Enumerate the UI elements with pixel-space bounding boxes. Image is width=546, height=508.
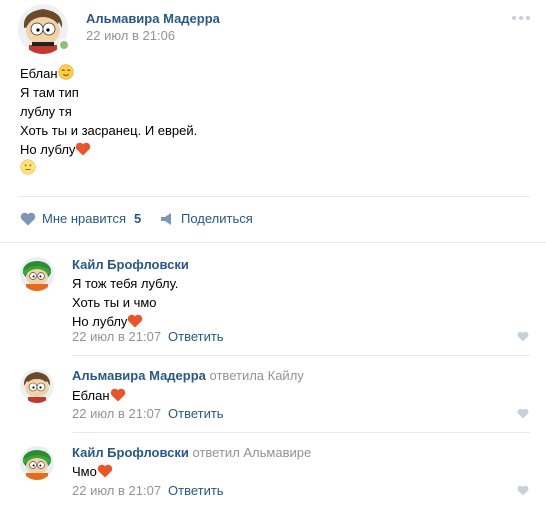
comment-divider [72,355,530,356]
comment-header: Кайл Брофловски ответил Альмавире [72,445,311,460]
comment-date[interactable]: 22 июл в 21:07 [72,406,161,421]
post-line: лублу тя [20,104,72,119]
post-line [20,159,197,178]
share-icon [161,212,171,225]
comment-like-icon[interactable] [517,331,529,342]
heart-emoji-icon [110,388,125,402]
share-button[interactable]: Поделиться [160,211,253,226]
post-line: Я там тип [20,85,79,100]
comment-avatar[interactable] [20,257,54,291]
post-line: Хоть ты и засранец. И еврей. [20,123,198,138]
comment-date[interactable]: 22 июл в 21:07 [72,329,161,344]
comment-like-icon[interactable] [517,485,529,496]
comments-separator [0,242,546,243]
heart-emoji-icon [97,464,113,478]
comment-line: Еблан [72,386,126,405]
more-icon[interactable] [512,16,530,20]
like-label: Мне нравится [42,211,127,226]
comment-line: Хоть ты и чмо [72,295,157,310]
comment-header: Альмавира Мадерра ответила Кайлу [72,368,304,383]
heart-emoji-icon [76,142,91,156]
comment-avatar[interactable] [20,369,54,403]
comment-date[interactable]: 22 июл в 21:07 [72,483,161,498]
post-line: Еблан [20,64,197,83]
comment-author[interactable]: Альмавира Мадерра [72,368,206,383]
like-icon [20,212,36,225]
comment-like-icon[interactable] [517,408,529,419]
comment-text: Я тож тебя лублу. Хоть ты и чмо Но лублу [72,274,178,331]
comment-text: Еблан [72,386,126,405]
slight-smile-emoji-icon [20,159,36,175]
share-label: Поделиться [181,211,253,226]
post-text: Еблан Я там тип лублу тя Хоть ты и засра… [20,64,197,178]
like-button[interactable]: Мне нравится 5 [20,211,141,226]
comment-author[interactable]: Кайл Брофловски [72,257,189,272]
comment-line: Я тож тебя лублу. [72,276,179,291]
reply-button[interactable]: Ответить [168,406,224,421]
reply-target[interactable]: ответила Кайлу [210,368,304,383]
comment-avatar[interactable] [20,446,54,480]
post-date[interactable]: 22 июл в 21:06 [86,28,175,43]
online-indicator [58,39,70,51]
reply-button[interactable]: Ответить [168,483,224,498]
comment-author[interactable]: Кайл Брофловски [72,445,189,460]
post-author-name[interactable]: Альмавира Мадерра [86,11,220,26]
heart-emoji-icon [128,314,143,328]
comment-text: Чмо [72,462,113,481]
post-line: Но лублу [20,140,197,159]
comment-line: Чмо [72,462,113,481]
comment-divider [72,432,530,433]
reply-target[interactable]: ответил Альмавире [193,445,312,460]
like-count: 5 [134,211,142,226]
relieved-emoji-icon [57,64,74,80]
post-divider [20,196,530,197]
reply-button[interactable]: Ответить [168,329,224,344]
